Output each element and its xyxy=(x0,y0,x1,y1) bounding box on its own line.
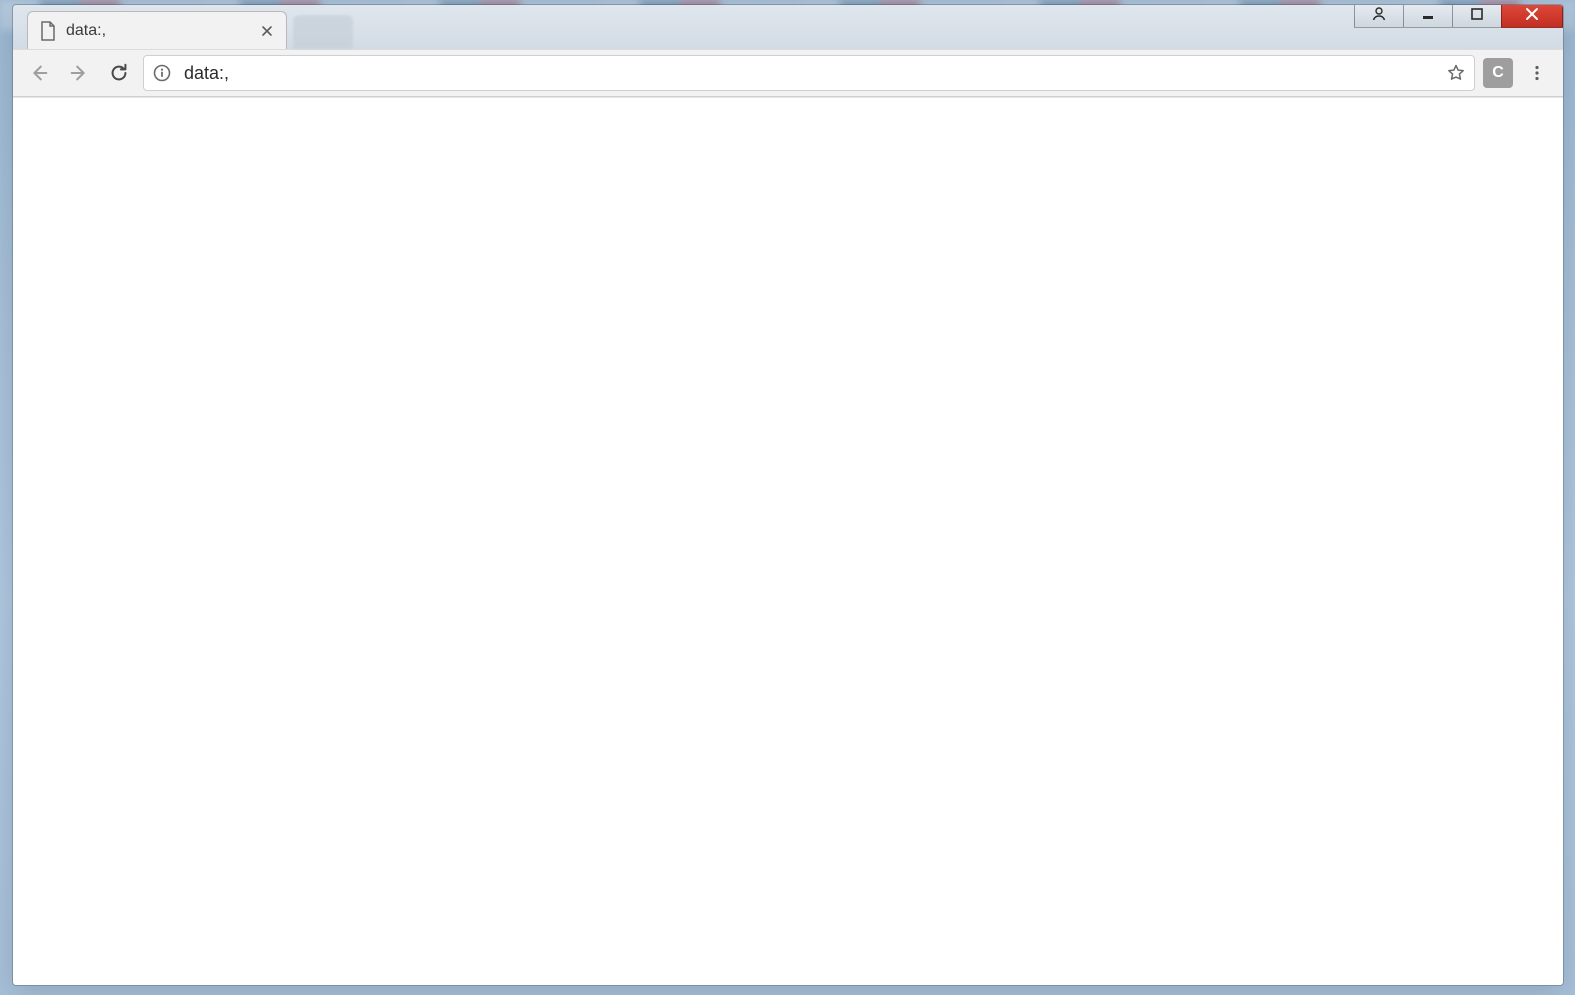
arrow-left-icon xyxy=(28,62,50,84)
maximize-icon xyxy=(1470,7,1484,21)
tab-inactive-blurred[interactable] xyxy=(293,15,353,49)
forward-button[interactable] xyxy=(63,57,95,89)
address-bar[interactable] xyxy=(143,55,1475,91)
info-icon xyxy=(153,64,171,82)
close-icon xyxy=(261,25,273,37)
browser-window: data:, xyxy=(12,4,1564,986)
page-viewport[interactable] xyxy=(13,97,1563,985)
tab-active[interactable]: data:, xyxy=(27,11,287,49)
bookmark-button[interactable] xyxy=(1446,63,1466,83)
close-icon xyxy=(1524,6,1540,22)
tab-strip: data:, xyxy=(13,5,1563,49)
window-user-button[interactable] xyxy=(1354,4,1404,28)
window-caption-buttons xyxy=(1355,4,1563,28)
arrow-right-icon xyxy=(68,62,90,84)
user-icon xyxy=(1371,6,1387,22)
window-maximize-button[interactable] xyxy=(1452,4,1502,28)
star-icon xyxy=(1446,63,1466,83)
minimize-icon xyxy=(1421,7,1435,21)
file-icon xyxy=(40,21,56,41)
window-close-button[interactable] xyxy=(1501,4,1563,28)
extension-button[interactable]: C xyxy=(1483,58,1513,88)
extension-letter: C xyxy=(1492,64,1504,82)
url-input[interactable] xyxy=(182,62,1436,85)
tab-title: data:, xyxy=(66,22,248,40)
tab-close-button[interactable] xyxy=(258,22,276,40)
chrome-menu-button[interactable] xyxy=(1521,57,1553,89)
kebab-icon xyxy=(1528,64,1546,82)
window-minimize-button[interactable] xyxy=(1403,4,1453,28)
site-info-button[interactable] xyxy=(152,63,172,83)
reload-button[interactable] xyxy=(103,57,135,89)
toolbar: C xyxy=(13,49,1563,97)
back-button[interactable] xyxy=(23,57,55,89)
reload-icon xyxy=(108,62,130,84)
